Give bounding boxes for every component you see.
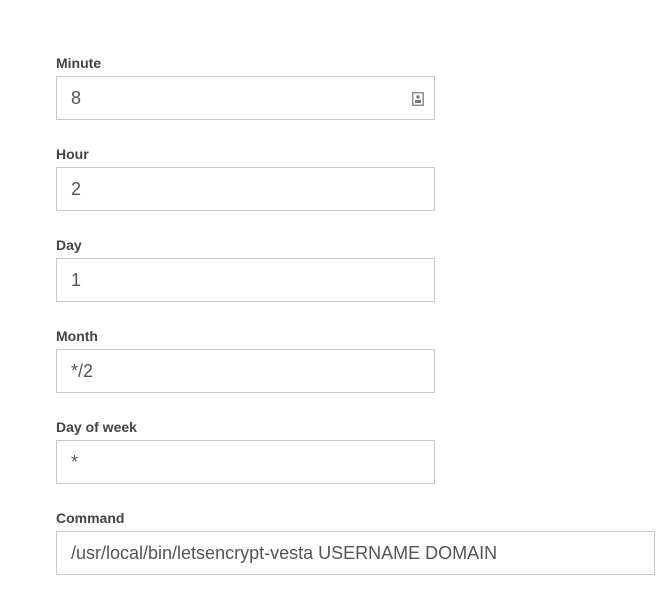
minute-input[interactable]: 8: [56, 76, 435, 120]
minute-value: 8: [71, 88, 82, 108]
day-of-week-value: *: [71, 452, 79, 472]
minute-label: Minute: [56, 55, 102, 71]
day-of-week-label: Day of week: [56, 419, 137, 435]
day-label: Day: [56, 237, 82, 253]
day-input[interactable]: 1: [56, 258, 435, 302]
month-input[interactable]: */2: [56, 349, 435, 393]
day-of-week-input[interactable]: *: [56, 440, 435, 484]
hour-input[interactable]: 2: [56, 167, 435, 211]
command-label: Command: [56, 510, 125, 526]
command-value: /usr/local/bin/letsencrypt-vesta USERNAM…: [71, 543, 498, 563]
hour-value: 2: [71, 179, 82, 199]
contact-card-icon[interactable]: [412, 92, 424, 106]
month-value: */2: [71, 361, 94, 381]
day-value: 1: [71, 270, 82, 290]
command-input[interactable]: /usr/local/bin/letsencrypt-vesta USERNAM…: [56, 531, 655, 575]
month-label: Month: [56, 328, 98, 344]
hour-label: Hour: [56, 146, 89, 162]
